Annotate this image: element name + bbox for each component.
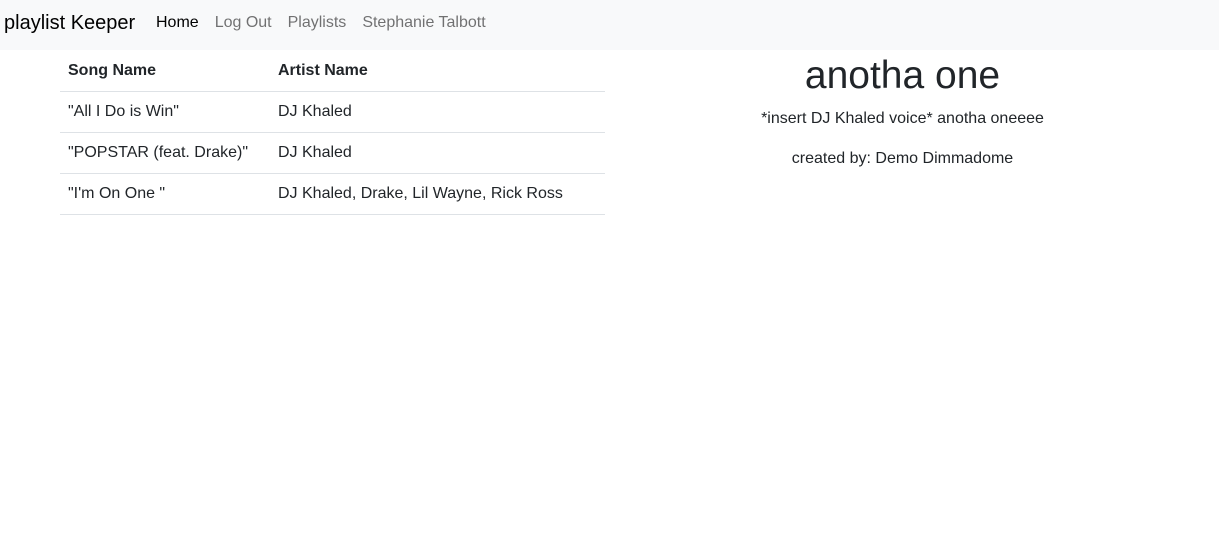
table-header-row: Song Name Artist Name [60,51,605,92]
song-name-cell: "POPSTAR (feat. Drake)" [60,132,270,174]
nav-link-home[interactable]: Home [148,13,207,33]
column-header-song-name: Song Name [60,51,270,92]
songs-table: Song Name Artist Name "All I Do is Win" … [60,51,605,215]
table-row: "All I Do is Win" DJ Khaled [60,91,605,133]
navbar: playlist Keeper Home Log Out Playlists S… [0,0,1219,50]
songs-table-container: Song Name Artist Name "All I Do is Win" … [60,51,605,215]
brand-link[interactable]: playlist Keeper [4,11,135,35]
nav-link-user-profile[interactable]: Stephanie Talbott [354,13,493,33]
artist-name-cell: DJ Khaled [270,91,605,133]
nav-links: Home Log Out Playlists Stephanie Talbott [148,13,494,33]
artist-name-cell: DJ Khaled [270,132,605,174]
song-name-cell: "I'm On One " [60,173,270,215]
artist-name-cell: DJ Khaled, Drake, Lil Wayne, Rick Ross [270,173,605,215]
column-header-artist-name: Artist Name [270,51,605,92]
nav-link-log-out[interactable]: Log Out [207,13,280,33]
playlist-title: anotha one [804,54,1001,97]
song-name-cell: "All I Do is Win" [60,91,270,133]
playlist-description: *insert DJ Khaled voice* anotha oneeee [761,110,1044,127]
nav-link-playlists[interactable]: Playlists [280,13,355,33]
playlist-info: anotha one *insert DJ Khaled voice* anot… [610,51,1195,171]
playlist-creator: created by: Demo Dimmadome [791,150,1014,167]
table-row: "POPSTAR (feat. Drake)" DJ Khaled [60,132,605,174]
table-row: "I'm On One " DJ Khaled, Drake, Lil Wayn… [60,173,605,215]
